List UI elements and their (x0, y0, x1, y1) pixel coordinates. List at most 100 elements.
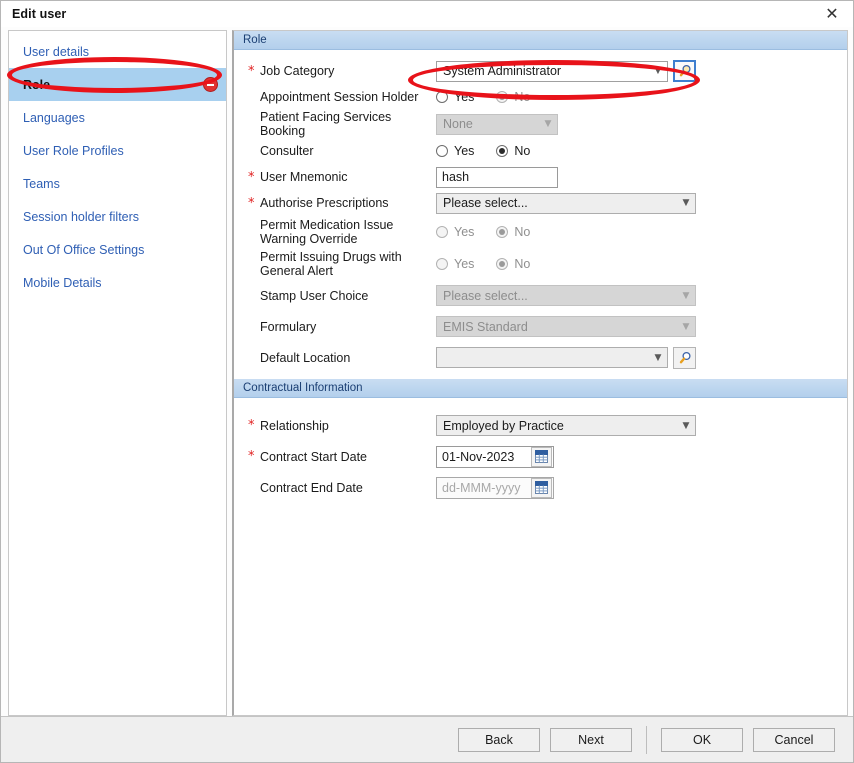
patient-facing-services-booking-value: None (443, 117, 473, 131)
sidebar-item-teams[interactable]: Teams (9, 167, 226, 200)
page-title: Edit user (12, 7, 67, 21)
relationship-select[interactable]: Employed by Practice ▼ (436, 415, 696, 436)
default-location-lookup-button[interactable] (673, 346, 696, 369)
field-control-patient-facing-services-booking: None ▼ (436, 113, 558, 135)
radio-label: Yes (454, 225, 475, 239)
field-row-stamp-user-choice: Stamp User Choice Please select... ▼ (234, 280, 847, 311)
consulter-radio-no[interactable]: No (496, 144, 530, 158)
radio-label: Yes (454, 90, 475, 104)
field-row-default-location: Default Location ▼ (234, 342, 847, 373)
sidebar-item-languages[interactable]: Languages (9, 101, 226, 134)
field-row-patient-facing-services-booking: Patient Facing Services Booking None ▼ (234, 110, 847, 138)
next-button[interactable]: Next (550, 727, 632, 752)
field-label-stamp-user-choice: Stamp User Choice (260, 288, 369, 303)
chevron-down-icon: ▼ (682, 198, 690, 208)
field-label-appointment-session-holder: Appointment Session Holder (260, 90, 419, 104)
field-row-appointment-session-holder: Appointment Session Holder Yes No (234, 84, 847, 110)
radio-circle-icon (496, 226, 509, 238)
permit-issuing-drugs-radio-yes: Yes (436, 257, 474, 271)
user-mnemonic-value: hash (442, 170, 470, 184)
job-category-lookup-button[interactable] (673, 60, 696, 82)
sidebar-item-label: Languages (23, 110, 85, 125)
title-bar: Edit user ✕ (1, 1, 853, 27)
relationship-value: Employed by Practice (443, 418, 564, 433)
field-row-permit-medication-issue-warning-override: Permit Medication Issue Warning Override… (234, 216, 847, 248)
close-icon[interactable]: ✕ (819, 3, 845, 25)
sidebar-item-label: Out Of Office Settings (23, 242, 145, 257)
sidebar-item-label: User details (23, 44, 89, 59)
section-header-label: Contractual Information (243, 382, 363, 394)
radio-circle-icon (496, 258, 509, 270)
chevron-down-icon: ▼ (544, 119, 552, 129)
dialog-footer: Back Next OK Cancel (1, 716, 853, 762)
stamp-user-choice-select: Please select... ▼ (436, 285, 696, 306)
field-row-job-category: * Job Category System Administrator ▼ (234, 58, 847, 84)
radio-circle-icon (436, 226, 448, 238)
default-location-select[interactable]: ▼ (436, 347, 668, 368)
appointment-session-holder-radio-no[interactable]: No (496, 90, 530, 104)
authorise-prescriptions-value: Please select... (443, 196, 528, 210)
content-pane: Role * Job Category System Administrator… (232, 30, 848, 716)
field-row-contract-end-date: Contract End Date dd-MMM-yyyy (234, 472, 847, 503)
section-header-role: Role (234, 31, 847, 50)
field-label-permit-medication-issue-warning-override: Permit Medication Issue Warning Override (260, 218, 394, 246)
contract-start-date-input[interactable]: 01-Nov-2023 (436, 445, 554, 468)
appointment-session-holder-radio-group: Yes No (436, 90, 530, 104)
sidebar-item-label: Mobile Details (23, 275, 102, 290)
field-row-permit-issuing-drugs-general-alert: Permit Issuing Drugs with General Alert … (234, 248, 847, 280)
permit-medication-override-radio-no: No (496, 225, 530, 239)
permit-medication-issue-warning-override-radio-group: Yes No (436, 225, 530, 239)
formulary-value: EMIS Standard (443, 319, 528, 334)
field-row-consulter: Consulter Yes No (234, 138, 847, 164)
chevron-down-icon: ▼ (682, 290, 690, 301)
sidebar-item-user-role-profiles[interactable]: User Role Profiles (9, 134, 226, 167)
contract-start-date-value: 01-Nov-2023 (442, 449, 515, 464)
edit-user-dialog: Edit user ✕ User details Role Languages … (0, 0, 854, 763)
section-header-label: Role (243, 34, 267, 46)
chevron-down-icon: ▼ (682, 321, 690, 332)
required-marker: * (248, 169, 255, 185)
radio-label: No (514, 225, 531, 239)
consulter-radio-group: Yes No (436, 144, 530, 158)
field-label-permit-issuing-drugs-general-alert: Permit Issuing Drugs with General Alert (260, 250, 402, 278)
sidebar-item-session-holder-filters[interactable]: Session holder filters (9, 200, 226, 233)
error-minus-icon (203, 77, 218, 92)
contract-end-date-input[interactable]: dd-MMM-yyyy (436, 476, 554, 499)
calendar-icon (535, 481, 548, 494)
authorise-prescriptions-select[interactable]: Please select... ▼ (436, 192, 696, 214)
user-mnemonic-input[interactable]: hash (436, 166, 558, 188)
appointment-session-holder-radio-yes[interactable]: Yes (436, 90, 474, 104)
radio-circle-icon (436, 145, 448, 157)
field-control-default-location: ▼ (436, 346, 696, 369)
sidebar-item-out-of-office-settings[interactable]: Out Of Office Settings (9, 233, 226, 266)
sidebar-item-role[interactable]: Role (9, 68, 226, 101)
job-category-select[interactable]: System Administrator ▼ (436, 60, 668, 82)
radio-label: Yes (454, 257, 475, 271)
consulter-radio-yes[interactable]: Yes (436, 144, 474, 158)
field-label-patient-facing-services-booking: Patient Facing Services Booking (260, 110, 392, 138)
field-label-contract-start-date: Contract Start Date (260, 449, 367, 464)
sidebar-item-mobile-details[interactable]: Mobile Details (9, 266, 226, 299)
contract-start-date-calendar-button[interactable] (531, 446, 552, 467)
calendar-icon (535, 450, 548, 463)
sidebar-item-user-details[interactable]: User details (9, 35, 226, 68)
field-label-formulary: Formulary (260, 319, 317, 334)
field-label-contract-end-date: Contract End Date (260, 480, 363, 495)
back-button[interactable]: Back (458, 727, 540, 752)
contract-end-date-calendar-button[interactable] (531, 477, 552, 498)
chevron-down-icon: ▼ (654, 352, 662, 363)
field-label-user-mnemonic: User Mnemonic (260, 170, 348, 184)
magnifier-icon (679, 351, 691, 363)
field-label-consulter: Consulter (260, 144, 314, 158)
magnifier-icon (679, 64, 691, 77)
role-section-body: * Job Category System Administrator ▼ Ap… (234, 50, 847, 379)
chevron-down-icon: ▼ (682, 420, 690, 431)
radio-circle-icon (436, 258, 448, 270)
sidebar-item-label: Role (23, 77, 51, 92)
field-control-job-category: System Administrator ▼ (436, 60, 696, 82)
cancel-button[interactable]: Cancel (753, 727, 835, 752)
sidebar: User details Role Languages User Role Pr… (8, 30, 227, 716)
sidebar-item-label: Teams (23, 176, 60, 191)
ok-button[interactable]: OK (661, 727, 743, 752)
required-marker: * (248, 418, 255, 433)
